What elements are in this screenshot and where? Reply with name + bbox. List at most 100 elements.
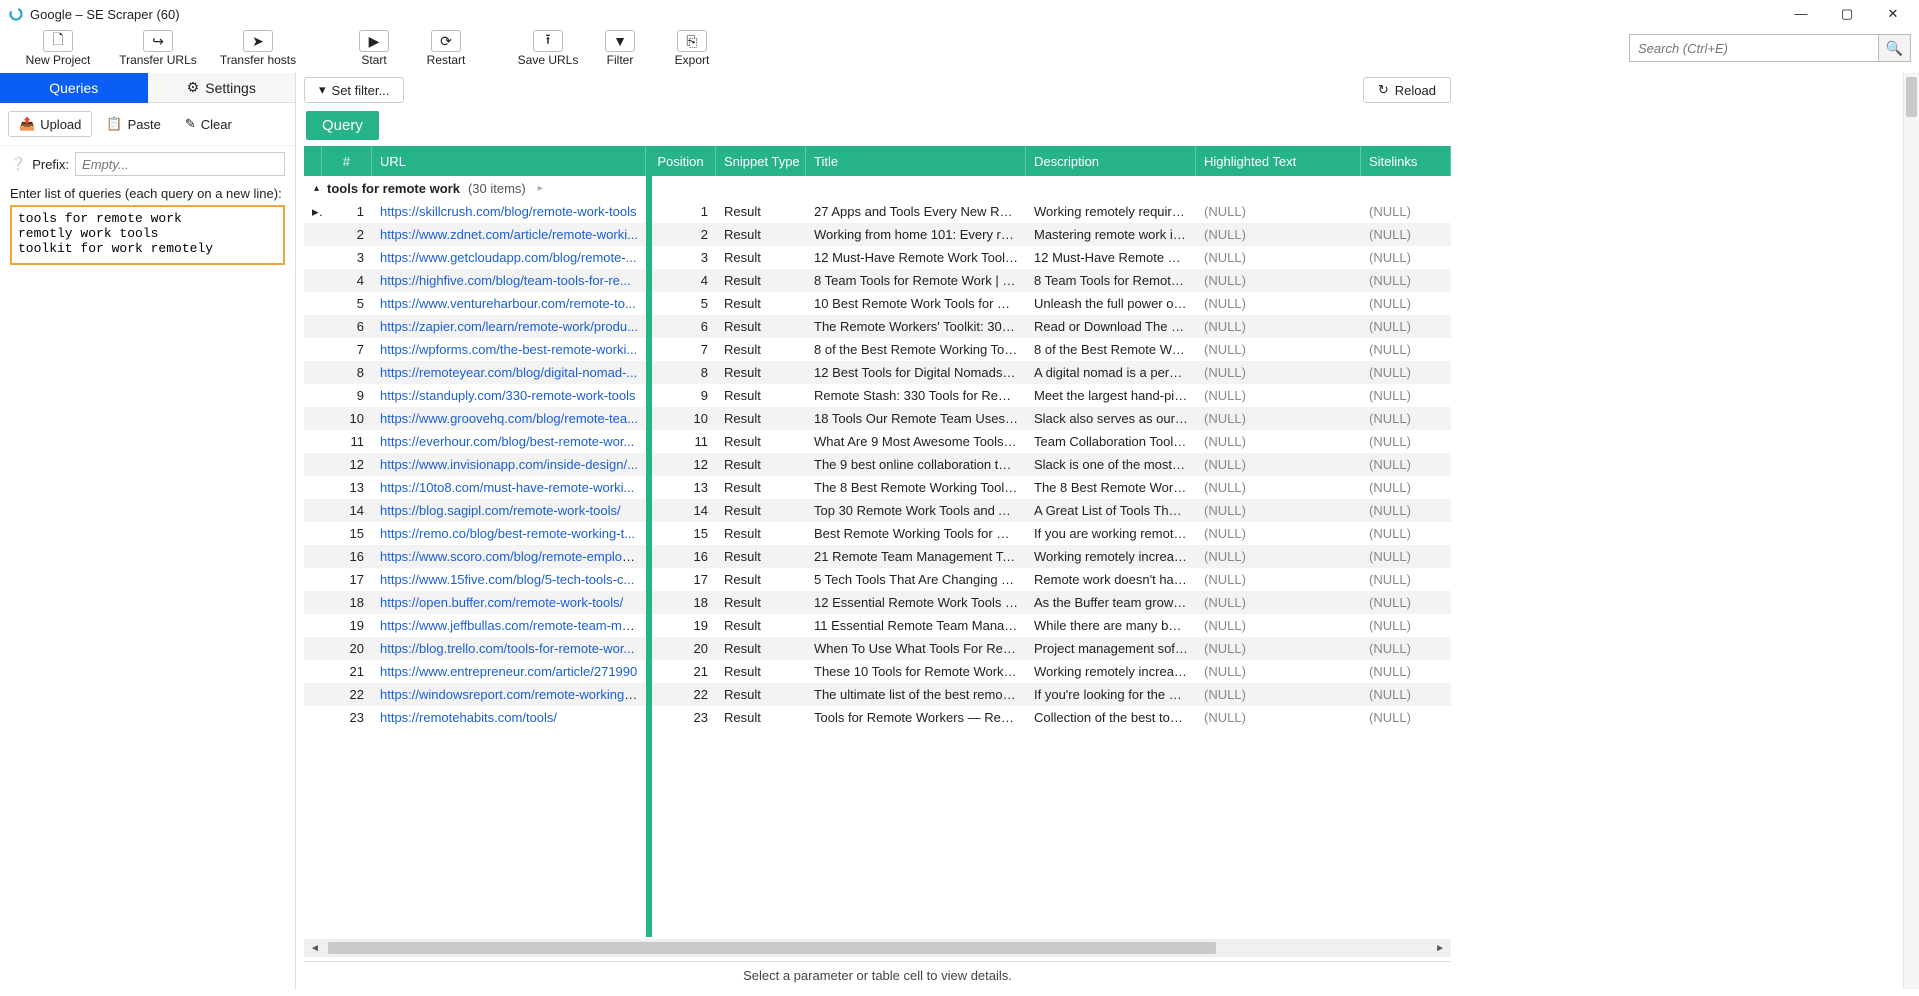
cell-url[interactable]: https://www.scoro.com/blog/remote-employ… — [372, 549, 646, 564]
vscroll-thumb[interactable] — [1906, 77, 1917, 117]
table-row[interactable]: 20https://blog.trello.com/tools-for-remo… — [304, 637, 1451, 660]
cell-url[interactable]: https://www.zdnet.com/article/remote-wor… — [372, 227, 646, 242]
table-row[interactable]: 18https://open.buffer.com/remote-work-to… — [304, 591, 1451, 614]
minimize-button[interactable]: — — [1787, 6, 1815, 22]
cell-highlighted: (NULL) — [1196, 342, 1361, 357]
cell-url[interactable]: https://www.groovehq.com/blog/remote-tea… — [372, 411, 646, 426]
col-description[interactable]: Description — [1026, 146, 1196, 176]
cell-url[interactable]: https://zapier.com/learn/remote-work/pro… — [372, 319, 646, 334]
cell-url[interactable]: https://blog.sagipl.com/remote-work-tool… — [372, 503, 646, 518]
queries-textarea[interactable] — [10, 205, 285, 265]
export-button[interactable]: ⎘ Export — [656, 28, 728, 69]
cell-url[interactable]: https://10to8.com/must-have-remote-worki… — [372, 480, 646, 495]
table-row[interactable]: 16https://www.scoro.com/blog/remote-empl… — [304, 545, 1451, 568]
tab-settings[interactable]: ⚙Settings — [148, 73, 296, 103]
cell-title: 12 Must-Have Remote Work Tools |... — [806, 250, 1026, 265]
table-row[interactable]: 3https://www.getcloudapp.com/blog/remote… — [304, 246, 1451, 269]
clear-button[interactable]: ✎Clear — [175, 111, 242, 137]
scroll-right-icon[interactable]: ► — [1433, 943, 1447, 954]
cell-url[interactable]: https://www.15five.com/blog/5-tech-tools… — [372, 572, 646, 587]
horizontal-scrollbar[interactable]: ◄ ► — [304, 939, 1451, 957]
col-title[interactable]: Title — [806, 146, 1026, 176]
set-filter-button[interactable]: ▾Set filter... — [304, 77, 404, 103]
new-project-button[interactable]: 🗋 New Project — [8, 28, 108, 69]
transfer-urls-button[interactable]: ↪ Transfer URLs — [108, 28, 208, 69]
table-row[interactable]: 22https://windowsreport.com/remote-worki… — [304, 683, 1451, 706]
table-row[interactable]: 12https://www.invisionapp.com/inside-des… — [304, 453, 1451, 476]
cell-url[interactable]: https://www.invisionapp.com/inside-desig… — [372, 457, 646, 472]
col-position[interactable]: Position — [646, 146, 716, 176]
group-row[interactable]: ▴ tools for remote work (30 items) ▸ — [304, 176, 1451, 200]
table-row[interactable]: 11https://everhour.com/blog/best-remote-… — [304, 430, 1451, 453]
cell-highlighted: (NULL) — [1196, 434, 1361, 449]
table-row[interactable]: 15https://remo.co/blog/best-remote-worki… — [304, 522, 1451, 545]
col-highlighted[interactable]: Highlighted Text — [1196, 146, 1361, 176]
cell-description: Project management softw... — [1026, 641, 1196, 656]
transfer-hosts-button[interactable]: ➤ Transfer hosts — [208, 28, 308, 69]
cell-url[interactable]: https://www.entrepreneur.com/article/271… — [372, 664, 646, 679]
cell-url[interactable]: https://www.getcloudapp.com/blog/remote-… — [372, 250, 646, 265]
save-urls-button[interactable]: ⭱ Save URLs — [512, 28, 584, 69]
table-row[interactable]: 8https://remoteyear.com/blog/digital-nom… — [304, 361, 1451, 384]
cell-num: 20 — [322, 641, 372, 656]
cell-url[interactable]: https://blog.trello.com/tools-for-remote… — [372, 641, 646, 656]
table-row[interactable]: 23https://remotehabits.com/tools/23Resul… — [304, 706, 1451, 729]
close-button[interactable]: ✕ — [1879, 6, 1907, 22]
cell-url[interactable]: https://open.buffer.com/remote-work-tool… — [372, 595, 646, 610]
start-button[interactable]: ▶ Start — [338, 28, 410, 69]
search-input[interactable] — [1629, 34, 1879, 62]
table-row[interactable]: 5https://www.ventureharbour.com/remote-t… — [304, 292, 1451, 315]
filter-button[interactable]: ▼ Filter — [584, 28, 656, 69]
cell-url[interactable]: https://standuply.com/330-remote-work-to… — [372, 388, 646, 403]
table-row[interactable]: 21https://www.entrepreneur.com/article/2… — [304, 660, 1451, 683]
scroll-thumb[interactable] — [328, 942, 1216, 954]
vertical-scrollbar[interactable] — [1903, 73, 1919, 989]
prefix-input[interactable] — [75, 152, 285, 176]
table-row[interactable]: 4https://highfive.com/blog/team-tools-fo… — [304, 269, 1451, 292]
search-button[interactable]: 🔍 — [1879, 34, 1911, 62]
tab-queries[interactable]: Queries — [0, 73, 148, 103]
maximize-button[interactable]: ▢ — [1833, 6, 1861, 22]
cell-snippet-type: Result — [716, 411, 806, 426]
cell-description: Meet the largest hand-pick... — [1026, 388, 1196, 403]
cell-url[interactable]: https://skillcrush.com/blog/remote-work-… — [372, 204, 646, 219]
col-expand[interactable] — [304, 146, 322, 176]
scroll-left-icon[interactable]: ◄ — [308, 943, 322, 954]
cell-url[interactable]: https://wpforms.com/the-best-remote-work… — [372, 342, 646, 357]
cell-url[interactable]: https://www.jeffbullas.com/remote-team-m… — [372, 618, 646, 633]
table-row[interactable]: 2https://www.zdnet.com/article/remote-wo… — [304, 223, 1451, 246]
table-row[interactable]: 17https://www.15five.com/blog/5-tech-too… — [304, 568, 1451, 591]
cell-title: The 9 best online collaboration tool... — [806, 457, 1026, 472]
col-snippet-type[interactable]: Snippet Type — [716, 146, 806, 176]
cell-url[interactable]: https://www.ventureharbour.com/remote-to… — [372, 296, 646, 311]
cell-highlighted: (NULL) — [1196, 687, 1361, 702]
cell-title: Tools for Remote Workers — Remot... — [806, 710, 1026, 725]
upload-button[interactable]: 📤Upload — [8, 111, 92, 137]
cell-url[interactable]: https://remoteyear.com/blog/digital-noma… — [372, 365, 646, 380]
cell-snippet-type: Result — [716, 457, 806, 472]
paste-button[interactable]: 📋Paste — [96, 111, 170, 137]
table-row[interactable]: 13https://10to8.com/must-have-remote-wor… — [304, 476, 1451, 499]
table-row[interactable]: 19https://www.jeffbullas.com/remote-team… — [304, 614, 1451, 637]
table-row[interactable]: 14https://blog.sagipl.com/remote-work-to… — [304, 499, 1451, 522]
cell-url[interactable]: https://remo.co/blog/best-remote-working… — [372, 526, 646, 541]
col-url[interactable]: URL — [372, 146, 646, 176]
table-row[interactable]: 7https://wpforms.com/the-best-remote-wor… — [304, 338, 1451, 361]
cell-url[interactable]: https://highfive.com/blog/team-tools-for… — [372, 273, 646, 288]
table-row[interactable]: 10https://www.groovehq.com/blog/remote-t… — [304, 407, 1451, 430]
cell-title: 8 of the Best Remote Working Tools... — [806, 342, 1026, 357]
cell-num: 9 — [322, 388, 372, 403]
col-sitelinks[interactable]: Sitelinks — [1361, 146, 1451, 176]
cell-snippet-type: Result — [716, 618, 806, 633]
restart-button[interactable]: ⟳ Restart — [410, 28, 482, 69]
table-row[interactable]: 6https://zapier.com/learn/remote-work/pr… — [304, 315, 1451, 338]
cell-num: 16 — [322, 549, 372, 564]
cell-url[interactable]: https://everhour.com/blog/best-remote-wo… — [372, 434, 646, 449]
reload-button[interactable]: ↻Reload — [1363, 77, 1451, 103]
cell-url[interactable]: https://remotehabits.com/tools/ — [372, 710, 646, 725]
cell-url[interactable]: https://windowsreport.com/remote-working… — [372, 687, 646, 702]
col-num[interactable]: # — [322, 146, 372, 176]
query-chip[interactable]: Query — [306, 111, 379, 140]
table-row[interactable]: ▸1https://skillcrush.com/blog/remote-wor… — [304, 200, 1451, 223]
table-row[interactable]: 9https://standuply.com/330-remote-work-t… — [304, 384, 1451, 407]
